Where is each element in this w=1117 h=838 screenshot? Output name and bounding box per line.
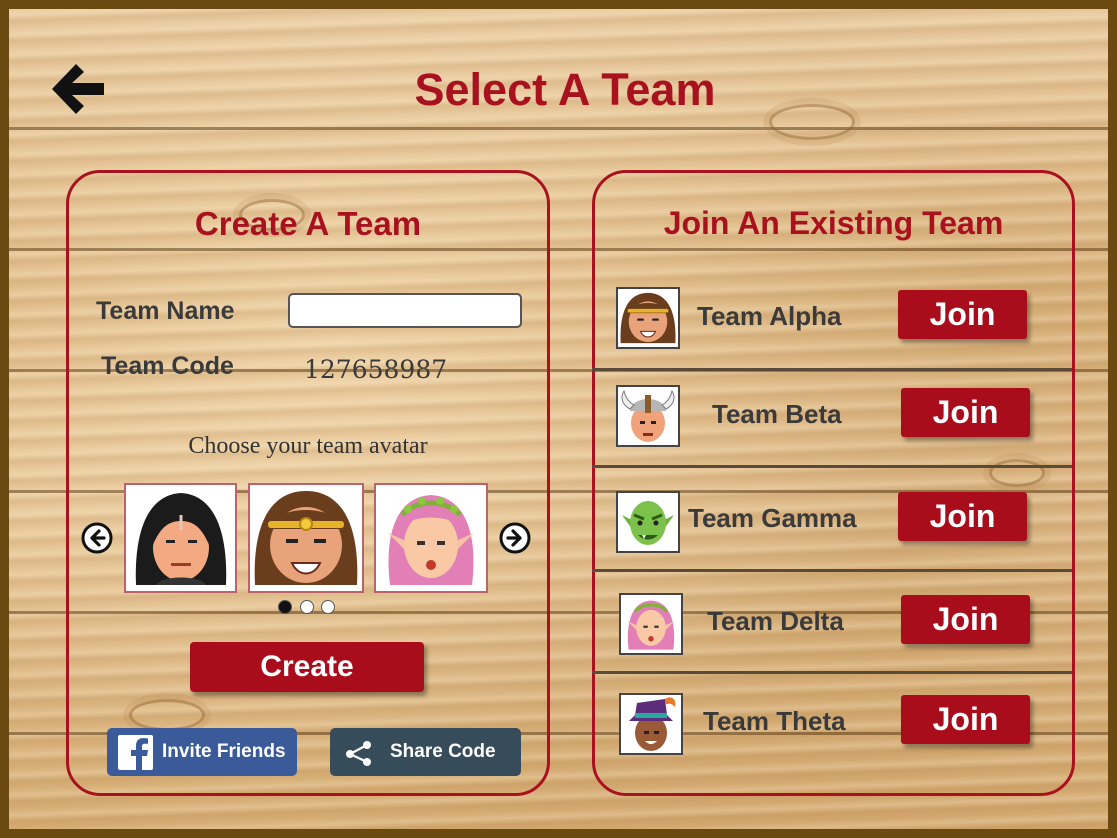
share-code-label: Share Code <box>390 741 496 762</box>
row-divider <box>592 465 1072 468</box>
join-team-title: Join An Existing Team <box>663 205 1004 241</box>
avatar-option-elf[interactable] <box>374 483 488 593</box>
carousel-prev-icon[interactable] <box>81 522 113 554</box>
carousel-next-icon[interactable] <box>499 522 531 554</box>
wizard-hat-avatar-icon <box>619 693 683 755</box>
team-name: Team Alpha <box>697 301 842 331</box>
team-row: Team Delta Join <box>595 573 1072 676</box>
avatar-option-hooded[interactable] <box>124 483 237 593</box>
headband-avatar-icon <box>254 491 358 585</box>
join-team-panel: Join An Existing Team Team Alpha Join Te… <box>592 170 1075 796</box>
team-name-input[interactable] <box>288 293 522 328</box>
create-team-panel: Create A Team Team Name Team Code 127658… <box>66 170 550 796</box>
create-team-title: Create A Team <box>194 205 422 242</box>
carousel-dot-active[interactable] <box>278 600 292 614</box>
team-name: Team Delta <box>707 606 844 636</box>
team-name: Team Theta <box>703 706 846 736</box>
team-row: Team Theta Join <box>595 675 1072 778</box>
elf-avatar-icon <box>388 495 474 585</box>
join-button[interactable]: Join <box>901 388 1030 437</box>
join-button[interactable]: Join <box>901 595 1030 644</box>
create-button[interactable]: Create <box>190 642 424 692</box>
team-code-value: 127658987 <box>304 355 448 384</box>
team-name-label: Team Name <box>96 297 235 325</box>
goblin-avatar-icon <box>616 491 680 553</box>
team-row: Team Gamma Join <box>595 469 1072 572</box>
hooded-avatar-icon <box>135 493 227 585</box>
invite-friends-label: Invite Friends <box>162 741 286 762</box>
facebook-icon <box>118 735 153 770</box>
carousel-dot[interactable] <box>321 600 335 614</box>
row-divider <box>592 569 1072 572</box>
team-code-label: Team Code <box>101 352 234 380</box>
join-button[interactable]: Join <box>898 492 1027 541</box>
carousel-dot[interactable] <box>300 600 314 614</box>
join-button[interactable]: Join <box>898 290 1027 339</box>
team-row: Team Beta Join <box>595 371 1072 474</box>
invite-friends-button[interactable]: Invite Friends <box>107 728 297 776</box>
join-button[interactable]: Join <box>901 695 1030 744</box>
team-row: Team Alpha Join <box>595 273 1072 376</box>
headband-avatar-icon <box>616 287 680 349</box>
elf-avatar-icon <box>619 593 683 655</box>
page-title: Select A Team <box>414 64 716 115</box>
row-divider <box>592 671 1072 674</box>
share-icon <box>343 738 375 768</box>
back-arrow-icon[interactable] <box>46 58 110 120</box>
avatar-prompt: Choose your team avatar <box>188 433 428 459</box>
share-code-button[interactable]: Share Code <box>330 728 521 776</box>
viking-avatar-icon <box>616 385 680 447</box>
team-name: Team Gamma <box>688 503 857 533</box>
avatar-option-headband[interactable] <box>248 483 364 593</box>
team-name: Team Beta <box>712 399 842 429</box>
